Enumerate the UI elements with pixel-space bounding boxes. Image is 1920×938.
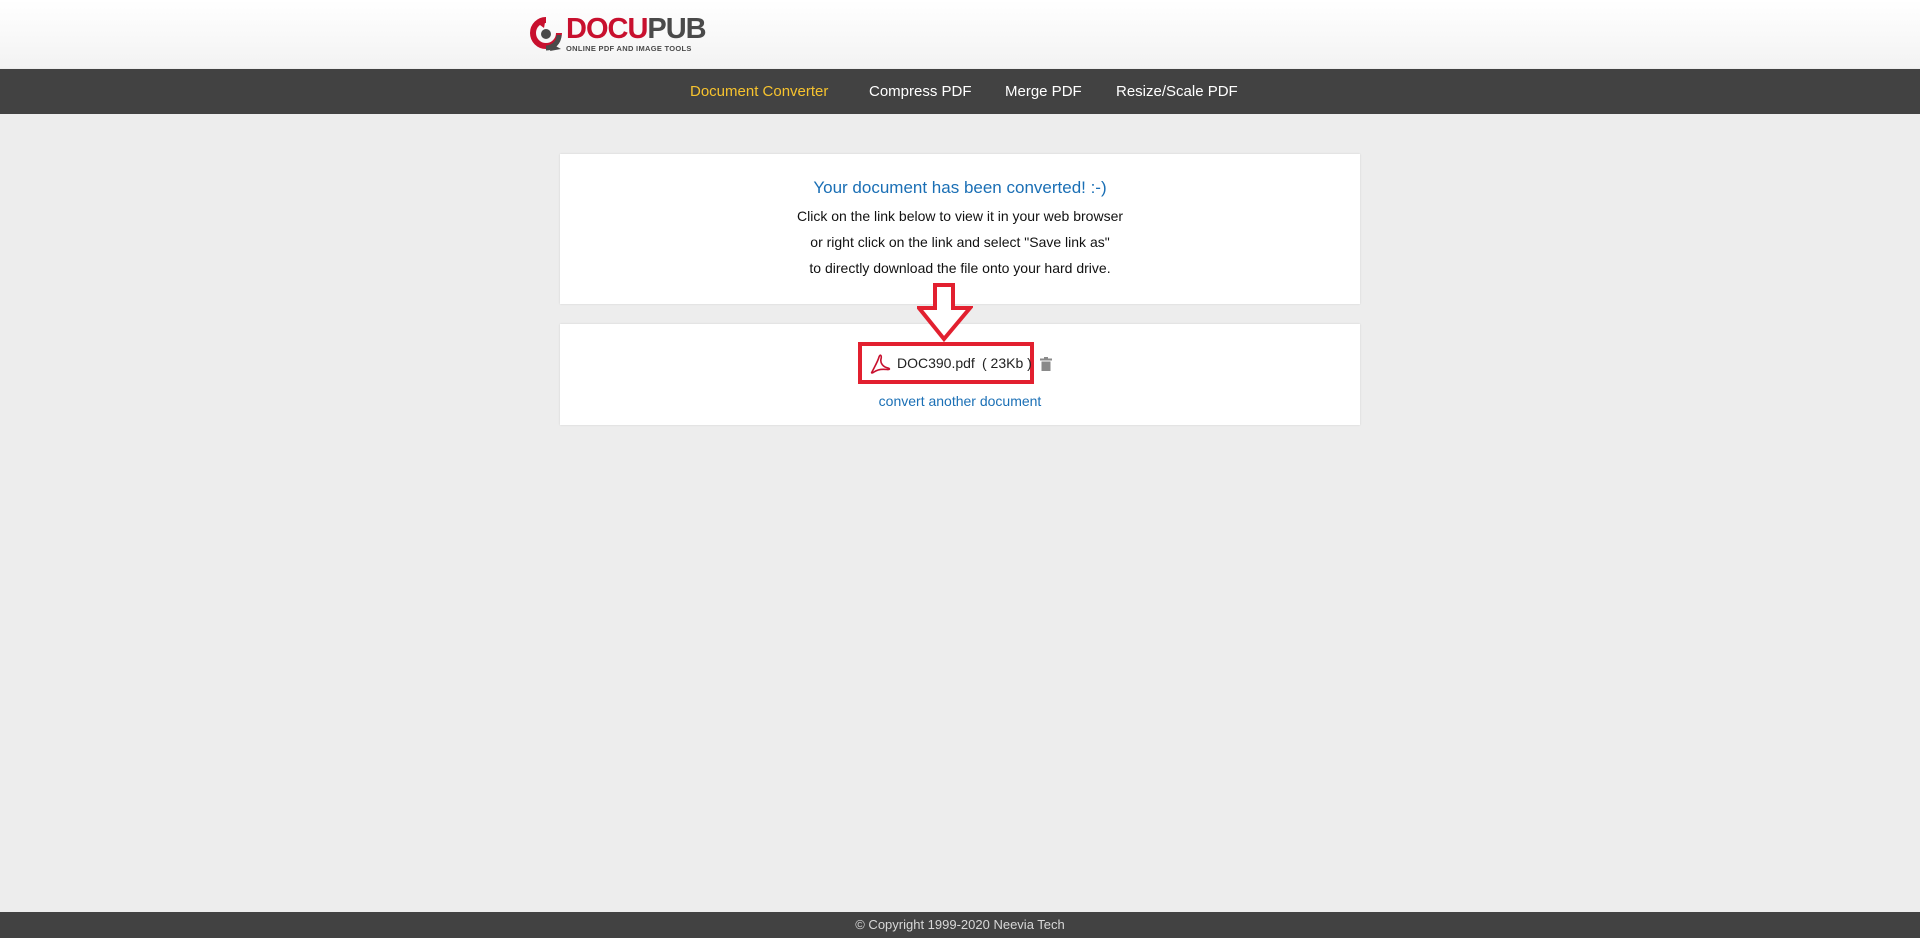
docupub-logo[interactable]: DOCUPUB ONLINE PDF AND IMAGE TOOLS bbox=[530, 13, 707, 54]
instruction-line-1: Click on the link below to view it in yo… bbox=[796, 208, 1124, 224]
nav-merge-pdf[interactable]: Merge PDF bbox=[1005, 69, 1082, 114]
nav-resize-scale-pdf[interactable]: Resize/Scale PDF bbox=[1116, 69, 1238, 114]
logo-pub: PUB bbox=[647, 13, 706, 46]
logo-docu: DOCU bbox=[566, 13, 648, 46]
logo-wordmark: DOCUPUB bbox=[566, 13, 707, 46]
convert-another-row: convert another document bbox=[560, 393, 1360, 409]
pdf-icon bbox=[870, 354, 891, 374]
instruction-line-2: or right click on the link and select "S… bbox=[810, 234, 1110, 250]
top-nav: Document Converter Compress PDF Merge PD… bbox=[0, 69, 1920, 114]
down-arrow-icon bbox=[917, 283, 973, 343]
result-title: Your document has been converted! :-) bbox=[813, 178, 1107, 197]
nav-document-converter[interactable]: Document Converter bbox=[690, 69, 828, 114]
result-message-panel: Your document has been converted! :-) Cl… bbox=[560, 154, 1360, 304]
instruction-line-3: to directly download the file onto your … bbox=[809, 260, 1111, 276]
logo-text: DOCUPUB ONLINE PDF AND IMAGE TOOLS bbox=[566, 13, 707, 54]
page: DOCUPUB ONLINE PDF AND IMAGE TOOLS Docum… bbox=[0, 0, 1920, 938]
convert-another-link[interactable]: convert another document bbox=[879, 393, 1042, 409]
trash-icon[interactable] bbox=[1040, 357, 1052, 371]
nav-compress-pdf[interactable]: Compress PDF bbox=[869, 69, 972, 114]
copyright-text: © Copyright 1999-2020 Neevia Tech bbox=[855, 917, 1065, 932]
logo-icon bbox=[530, 17, 562, 51]
header: DOCUPUB ONLINE PDF AND IMAGE TOOLS bbox=[0, 0, 1920, 68]
file-size: ( 23Kb ) bbox=[982, 355, 1032, 371]
file-highlight-box: DOC390.pdf ( 23Kb ) bbox=[858, 342, 1034, 384]
pdf-file-link[interactable]: DOC390.pdf bbox=[897, 346, 975, 380]
logo-tagline: ONLINE PDF AND IMAGE TOOLS bbox=[566, 44, 692, 54]
footer: © Copyright 1999-2020 Neevia Tech bbox=[0, 912, 1920, 938]
